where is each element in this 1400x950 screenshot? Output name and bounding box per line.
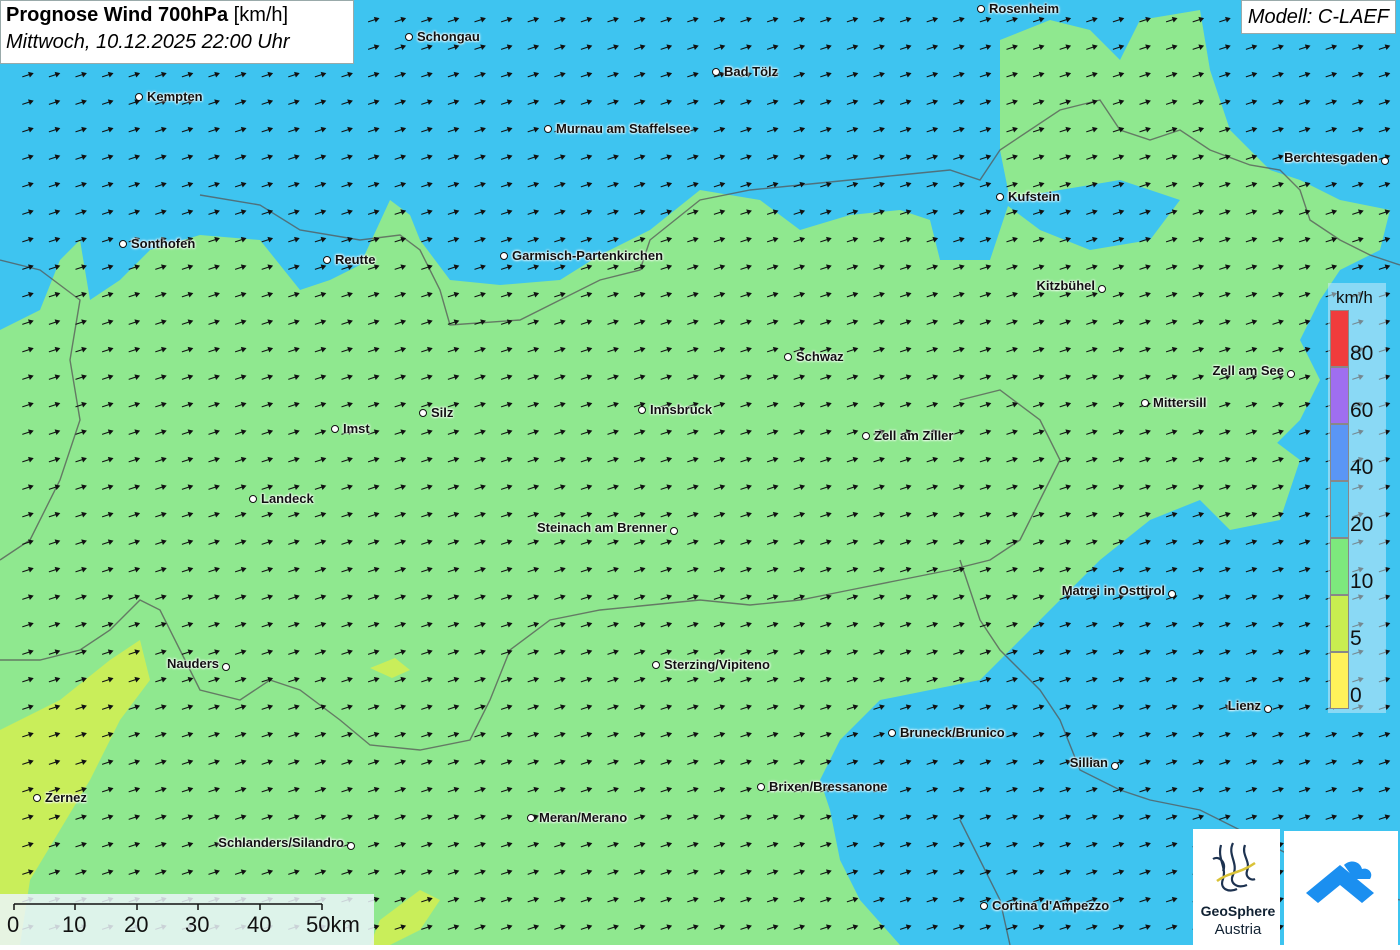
- legend-tick-label: 10: [1350, 570, 1374, 593]
- legend-tick-label: 80: [1350, 342, 1374, 365]
- city-marker[interactable]: [652, 661, 660, 669]
- city-marker[interactable]: [1287, 370, 1295, 378]
- city-label: Garmisch-Partenkirchen: [512, 248, 664, 263]
- city-marker[interactable]: [527, 814, 535, 822]
- city-label: Sillian: [1069, 755, 1108, 770]
- weather-app-logo[interactable]: [1284, 831, 1398, 945]
- city-label: Landeck: [261, 491, 314, 506]
- city-label: Murnau am Staffelsee: [556, 121, 691, 136]
- city-label: Schlanders/Silandro: [218, 835, 344, 850]
- scale-label: 20: [124, 912, 149, 937]
- title-unit: [km/h]: [233, 4, 289, 26]
- city-marker[interactable]: [33, 794, 41, 802]
- city-label: Zell am See: [1212, 363, 1284, 378]
- legend-swatch: [1330, 538, 1349, 595]
- city-label: Sonthofen: [131, 236, 196, 251]
- legend-swatch: [1330, 595, 1349, 652]
- city-marker[interactable]: [119, 240, 127, 248]
- city-marker[interactable]: [222, 663, 230, 671]
- city-marker[interactable]: [1141, 399, 1149, 407]
- city-marker[interactable]: [544, 125, 552, 133]
- city-marker[interactable]: [784, 353, 792, 361]
- scale-label: 50km: [306, 912, 360, 937]
- scale-label: 0: [7, 912, 20, 937]
- title: Prognose Wind 700hPa [km/h]: [6, 4, 348, 27]
- city-marker[interactable]: [888, 729, 896, 737]
- city-marker[interactable]: [135, 93, 143, 101]
- city-marker[interactable]: [249, 495, 257, 503]
- city-label: Brixen/Bressanone: [769, 779, 888, 794]
- city-label: Cortina d'Ampezzo: [992, 898, 1110, 913]
- city-marker[interactable]: [1098, 285, 1106, 293]
- city-marker[interactable]: [862, 432, 870, 440]
- city-marker[interactable]: [1264, 705, 1272, 713]
- city-marker[interactable]: [977, 5, 985, 13]
- city-label: Innsbruck: [650, 402, 713, 417]
- city-marker[interactable]: [347, 842, 355, 850]
- city-label: Schongau: [417, 29, 480, 44]
- city-label: Lienz: [1227, 698, 1261, 713]
- city-label: Mittersill: [1153, 395, 1207, 410]
- city-marker[interactable]: [323, 256, 331, 264]
- legend-swatch: [1330, 652, 1349, 709]
- title-main: Prognose Wind 700hPa: [6, 4, 229, 26]
- city-marker[interactable]: [500, 252, 508, 260]
- legend-swatch: [1330, 481, 1349, 538]
- city-marker[interactable]: [1381, 157, 1389, 165]
- legend-tick-label: 60: [1350, 399, 1374, 422]
- wind-map[interactable]: [0, 0, 1400, 945]
- city-marker[interactable]: [712, 68, 720, 76]
- city-label: Bad Tölz: [724, 64, 779, 79]
- city-label: Bruneck/Brunico: [900, 725, 1005, 740]
- legend-swatch: [1330, 424, 1349, 481]
- city-label: Steinach am Brenner: [536, 520, 667, 535]
- city-label: Silz: [431, 405, 454, 420]
- cloud-arrow-icon: [1306, 861, 1374, 903]
- legend-tick-label: 20: [1350, 513, 1374, 536]
- city-marker[interactable]: [1111, 762, 1119, 770]
- city-label: Nauders: [166, 656, 219, 671]
- city-label: Berchtesgaden: [1284, 150, 1378, 165]
- legend-swatch: [1330, 367, 1349, 424]
- city-label: Schwaz: [796, 349, 844, 364]
- geosphere-mark-icon: [1212, 842, 1256, 892]
- city-label: Kitzbühel: [1036, 278, 1096, 293]
- forecast-datetime: Mittwoch, 10.12.2025 22:00 Uhr: [6, 31, 290, 53]
- city-marker[interactable]: [980, 902, 988, 910]
- city-marker[interactable]: [331, 425, 339, 433]
- city-label: Rosenheim: [989, 1, 1060, 16]
- legend-swatch: [1330, 310, 1349, 367]
- geosphere-name: GeoSphere: [1200, 903, 1276, 919]
- city-marker[interactable]: [670, 527, 678, 535]
- city-marker[interactable]: [419, 409, 427, 417]
- legend-tick-label: 0: [1350, 684, 1362, 707]
- city-label: Imst: [343, 421, 370, 436]
- city-label: Sterzing/Vipiteno: [664, 657, 770, 672]
- city-label: Zell am Ziller: [874, 428, 954, 443]
- legend-tick-label: 40: [1350, 456, 1374, 479]
- city-label: Meran/Merano: [539, 810, 628, 825]
- city-label: Zernez: [45, 790, 87, 805]
- scale-label: 30: [185, 912, 210, 937]
- geosphere-country: Austria: [1214, 921, 1262, 938]
- title-box: Prognose Wind 700hPa [km/h] Mittwoch, 10…: [0, 0, 354, 64]
- model-label: Modell: C-LAEF: [1240, 0, 1396, 34]
- city-marker[interactable]: [405, 33, 413, 41]
- scale-label: 10: [62, 912, 87, 937]
- city-marker[interactable]: [757, 783, 765, 791]
- city-label: Matrei in Osttirol: [1061, 583, 1165, 598]
- city-marker[interactable]: [996, 193, 1004, 201]
- scale-label: 40: [247, 912, 272, 937]
- city-marker[interactable]: [1168, 590, 1176, 598]
- city-marker[interactable]: [638, 406, 646, 414]
- city-label: Kufstein: [1008, 189, 1060, 204]
- city-label: Reutte: [335, 252, 376, 267]
- legend-tick-label: 5: [1350, 627, 1362, 650]
- legend-unit: km/h: [1336, 288, 1373, 307]
- city-label: Kempten: [147, 89, 203, 104]
